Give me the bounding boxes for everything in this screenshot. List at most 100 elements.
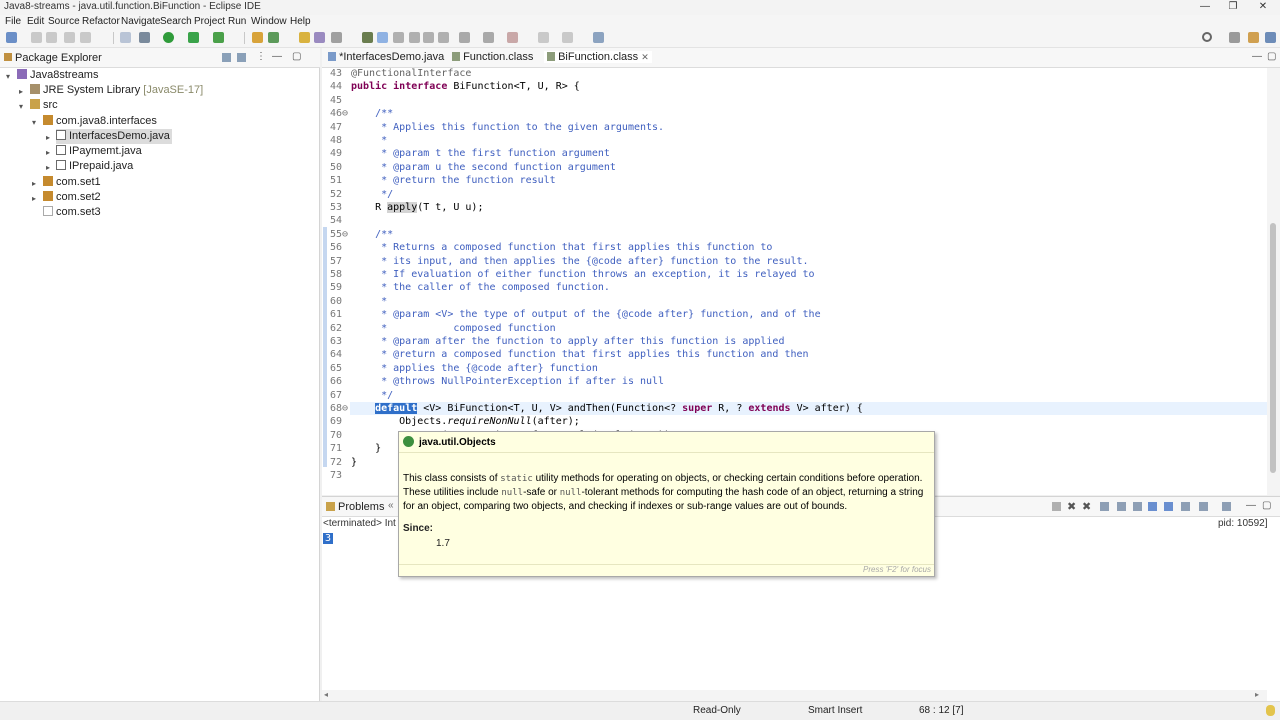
save-icon[interactable] xyxy=(31,32,42,43)
next-annotation-icon[interactable] xyxy=(459,32,470,43)
scroll-lock-icon[interactable] xyxy=(1117,502,1126,511)
close-window-button[interactable]: ✕ xyxy=(1248,0,1278,15)
open-type-icon[interactable] xyxy=(299,32,310,43)
minimize-button[interactable]: — xyxy=(1190,0,1220,15)
close-tab-icon[interactable]: ✕ xyxy=(641,52,649,62)
show-on-output-icon[interactable] xyxy=(1148,502,1157,511)
show-on-error-icon[interactable] xyxy=(1164,502,1173,511)
code-line[interactable]: * @return a composed function that first… xyxy=(351,349,808,360)
menu-project[interactable]: Project xyxy=(194,16,225,27)
external-tools-icon[interactable] xyxy=(213,32,224,43)
minimize-editor-icon[interactable]: — xyxy=(1252,51,1262,62)
search-toolbar-icon[interactable] xyxy=(314,32,325,43)
code-line[interactable]: * xyxy=(351,135,387,146)
menu-run[interactable]: Run xyxy=(228,16,246,27)
code-line[interactable]: /** xyxy=(351,108,393,119)
collapsed-icon[interactable]: ▸ xyxy=(32,194,36,203)
code-line[interactable]: */ xyxy=(351,390,393,401)
maximize-console-icon[interactable]: ▢ xyxy=(1262,500,1271,511)
debug-icon[interactable] xyxy=(139,32,150,43)
block-selection-icon[interactable] xyxy=(409,32,420,43)
scroll-right-icon[interactable]: ▸ xyxy=(1255,690,1259,699)
menu-help[interactable]: Help xyxy=(290,16,311,27)
tree-item-src[interactable]: src xyxy=(30,98,58,113)
display-console-icon[interactable] xyxy=(1199,502,1208,511)
coverage-icon[interactable] xyxy=(188,32,199,43)
code-line[interactable]: * @param <V> the type of output of the {… xyxy=(351,309,821,320)
word-wrap-console-icon[interactable] xyxy=(1133,502,1142,511)
remove-launch-icon[interactable]: ✖ xyxy=(1067,500,1076,513)
word-wrap-icon[interactable] xyxy=(393,32,404,43)
tab-bifunction-class[interactable]: BiFunction.class ✕ xyxy=(544,51,652,63)
new-console-icon[interactable] xyxy=(1222,502,1231,511)
maximize-button[interactable]: ❐ xyxy=(1218,0,1248,15)
more-views-icon[interactable]: « xyxy=(388,500,394,511)
menu-search[interactable]: Search xyxy=(160,16,192,27)
code-line[interactable]: * its input, and then applies the {@code… xyxy=(351,256,808,267)
code-line[interactable]: } xyxy=(351,457,357,468)
pilcrow-icon[interactable] xyxy=(438,32,449,43)
code-line[interactable]: default <V> BiFunction<T, U, V> andThen(… xyxy=(351,403,863,414)
collapsed-icon[interactable]: ▸ xyxy=(46,133,50,142)
run-icon[interactable] xyxy=(163,32,174,43)
code-line[interactable]: * applies the {@code after} function xyxy=(351,363,598,374)
toggle-highlight-icon[interactable] xyxy=(377,32,388,43)
undo-icon[interactable] xyxy=(64,32,75,43)
save-all-icon[interactable] xyxy=(46,32,57,43)
tree-item-package[interactable]: com.set2 xyxy=(43,190,101,205)
editor-vertical-scrollbar[interactable] xyxy=(1267,68,1280,495)
code-line[interactable]: * @throws NullPointerException if after … xyxy=(351,376,664,387)
code-line[interactable]: Objects.requireNonNull(after); xyxy=(351,416,580,427)
tree-item-package[interactable]: com.set3 xyxy=(43,205,101,220)
tree-item-file[interactable]: IPrepaid.java xyxy=(56,159,133,174)
new-icon[interactable] xyxy=(6,32,17,43)
open-perspective-icon[interactable] xyxy=(1229,32,1240,43)
code-line[interactable]: * xyxy=(351,296,387,307)
menu-navigate[interactable]: Navigate xyxy=(121,16,160,27)
pin-editor-icon[interactable] xyxy=(593,32,604,43)
collapsed-icon[interactable]: ▸ xyxy=(46,148,50,157)
code-line[interactable]: R apply(T t, U u); xyxy=(351,202,483,213)
code-line[interactable]: * @return the function result xyxy=(351,175,556,186)
collapsed-icon[interactable]: ▸ xyxy=(32,179,36,188)
tree-item-file-selected[interactable]: InterfacesDemo.java xyxy=(56,129,172,144)
code-line[interactable]: public interface BiFunction<T, U, R> { xyxy=(351,81,580,92)
code-line[interactable]: * Returns a composed function that first… xyxy=(351,242,772,253)
code-line[interactable]: * @param u the second function argument xyxy=(351,162,616,173)
open-task-icon[interactable] xyxy=(331,32,342,43)
maximize-view-icon[interactable]: ▢ xyxy=(292,51,301,62)
link-editor-icon[interactable] xyxy=(237,53,246,62)
minimize-view-icon[interactable]: — xyxy=(272,51,282,62)
previous-annotation-icon[interactable] xyxy=(483,32,494,43)
code-line[interactable]: */ xyxy=(351,189,393,200)
menu-refactor[interactable]: Refactor xyxy=(82,16,120,27)
collapsed-icon[interactable]: ▸ xyxy=(19,87,23,96)
toggle-mark-occurrences-icon[interactable] xyxy=(362,32,373,43)
tab-problems[interactable]: Problems xyxy=(338,501,384,513)
forward-icon[interactable] xyxy=(562,32,573,43)
new-package-icon[interactable] xyxy=(268,32,279,43)
debug-perspective-icon[interactable] xyxy=(1265,32,1276,43)
show-whitespace-icon[interactable] xyxy=(423,32,434,43)
remove-all-icon[interactable]: ✖ xyxy=(1082,500,1091,513)
tree-item-project[interactable]: Java8streams xyxy=(17,68,98,83)
code-line[interactable]: * the caller of the composed function. xyxy=(351,282,610,293)
code-line[interactable]: * @param after the function to apply aft… xyxy=(351,336,784,347)
code-line[interactable]: * @param t the first function argument xyxy=(351,148,610,159)
clear-console-icon[interactable] xyxy=(1100,502,1109,511)
javadoc-hover-popup[interactable]: java.util.Objects This class consists of… xyxy=(398,431,935,577)
redo-icon[interactable] xyxy=(80,32,91,43)
tree-item-package[interactable]: com.set1 xyxy=(43,175,101,190)
expanded-icon[interactable]: ▾ xyxy=(32,118,36,127)
expanded-icon[interactable]: ▾ xyxy=(6,72,10,81)
menu-window[interactable]: Window xyxy=(251,16,287,27)
code-line[interactable]: * If evaluation of either function throw… xyxy=(351,269,815,280)
back-icon[interactable] xyxy=(538,32,549,43)
code-line[interactable]: /** xyxy=(351,229,393,240)
java-perspective-icon[interactable] xyxy=(1248,32,1259,43)
code-line[interactable]: } xyxy=(351,443,381,454)
menu-source[interactable]: Source xyxy=(48,16,80,27)
new-java-project-icon[interactable] xyxy=(252,32,263,43)
last-edit-location-icon[interactable] xyxy=(507,32,518,43)
skip-breakpoints-icon[interactable] xyxy=(120,32,131,43)
